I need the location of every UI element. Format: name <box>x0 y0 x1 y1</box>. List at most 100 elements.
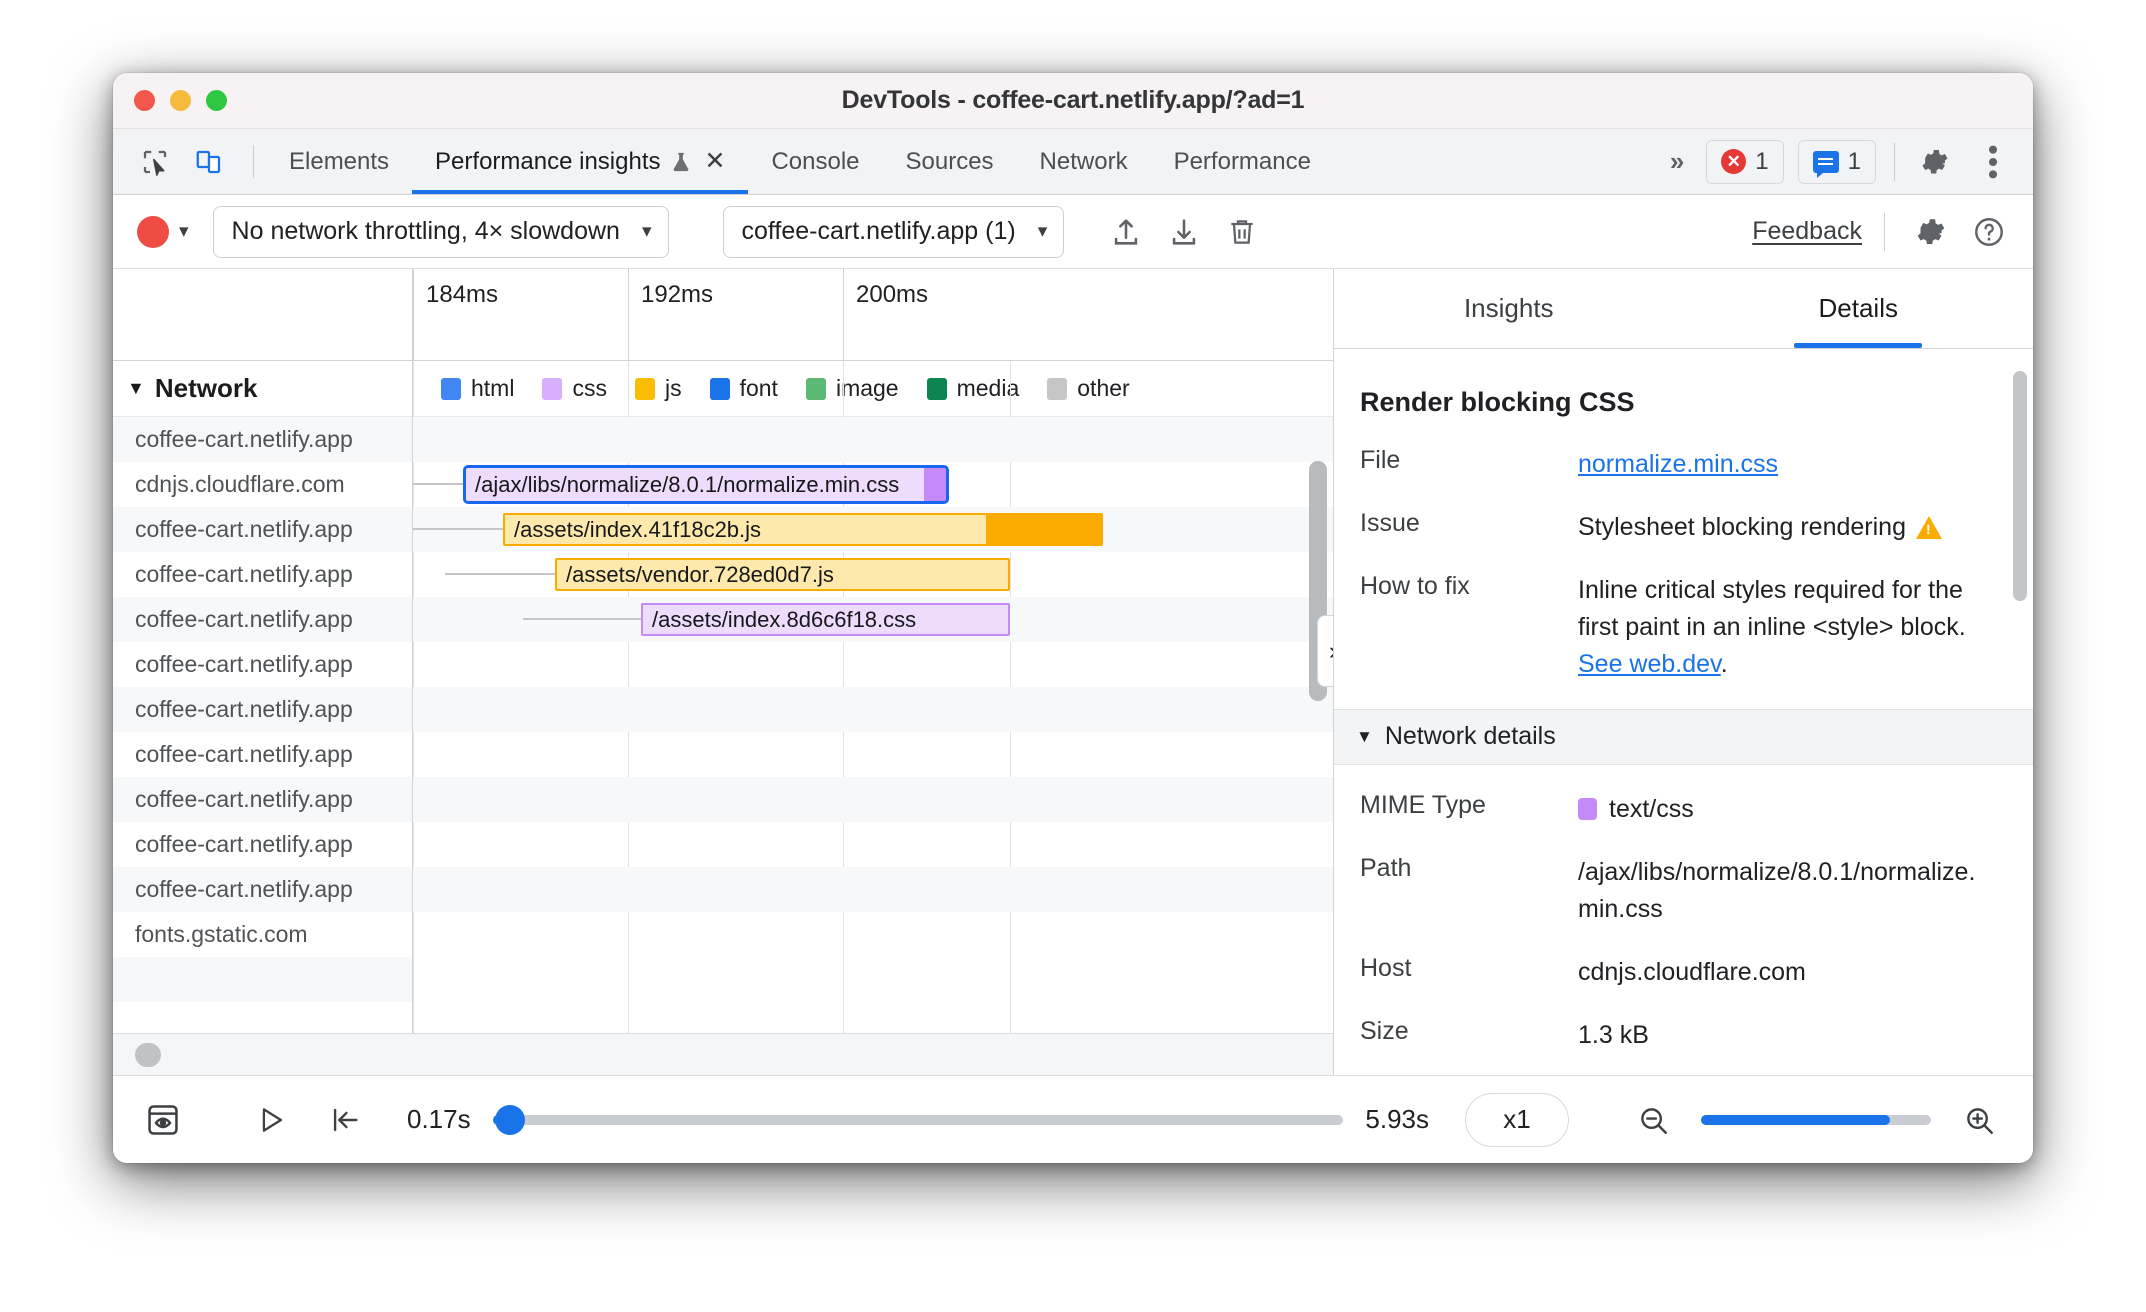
network-group-header[interactable]: ▼ Network <box>113 361 412 417</box>
device-toolbar-icon[interactable] <box>187 140 231 184</box>
table-row[interactable]: /assets/index.41f18c2b.js <box>413 507 1333 552</box>
request-connector <box>413 528 503 530</box>
jump-to-start-icon[interactable] <box>319 1094 371 1146</box>
list-item[interactable] <box>113 957 412 1002</box>
trash-icon[interactable] <box>1218 208 1266 256</box>
table-row[interactable] <box>413 912 1333 957</box>
web-dev-link[interactable]: See web.dev <box>1578 650 1721 678</box>
record-button[interactable] <box>137 215 169 248</box>
request-connector <box>523 618 641 620</box>
table-row[interactable]: /assets/vendor.728ed0d7.js <box>413 552 1333 597</box>
table-row[interactable]: /assets/index.8d6c6f18.css <box>413 597 1333 642</box>
detail-row-path: Path /ajax/libs/normalize/8.0.1/normaliz… <box>1334 854 2033 928</box>
tab-console[interactable]: Console <box>748 129 882 194</box>
table-row[interactable]: /ajax/libs/normalize/8.0.1/normalize.min… <box>413 462 1333 507</box>
details-vertical-scrollbar[interactable] <box>2013 370 2027 601</box>
maximize-button[interactable] <box>206 90 227 111</box>
throttling-select[interactable]: No network throttling, 4× slowdown ▾ <box>212 205 669 258</box>
error-count-badge[interactable]: ✕ 1 <box>1706 139 1784 184</box>
waterfall-bar[interactable]: /ajax/libs/normalize/8.0.1/normalize.min… <box>463 465 949 504</box>
play-icon[interactable] <box>245 1094 297 1146</box>
error-count-label: 1 <box>1755 147 1769 175</box>
tab-network[interactable]: Network <box>1017 129 1151 194</box>
detail-value: Inline critical styles required for the … <box>1578 572 1993 683</box>
list-item[interactable]: coffee-cart.netlify.app <box>113 642 412 687</box>
time-range-slider[interactable] <box>492 1104 1344 1135</box>
table-row[interactable] <box>413 417 1333 462</box>
request-host: coffee-cart.netlify.app <box>135 606 353 632</box>
waterfall-bar[interactable]: /assets/vendor.728ed0d7.js <box>555 558 1010 591</box>
inspect-element-icon[interactable] <box>133 140 177 184</box>
table-row[interactable] <box>413 777 1333 822</box>
waterfall-bar[interactable]: /assets/index.41f18c2b.js <box>503 513 1103 546</box>
more-tabs-icon[interactable]: » <box>1662 146 1692 177</box>
waterfall-bar[interactable]: /assets/index.8d6c6f18.css <box>641 603 1010 636</box>
tab-close-icon[interactable]: ✕ <box>704 149 725 174</box>
toolbar-divider <box>1884 212 1885 251</box>
zoom-in-icon[interactable] <box>1953 1094 2005 1146</box>
legend-label: css <box>572 375 607 401</box>
tab-performance[interactable]: Performance <box>1151 129 1334 194</box>
tab-label: Insights <box>1463 292 1554 323</box>
chevron-down-icon: ▾ <box>641 221 652 242</box>
slider-knob[interactable] <box>494 1104 525 1135</box>
zoom-slider[interactable] <box>1701 1114 1931 1125</box>
chevron-right-icon[interactable]: › <box>1317 615 1333 687</box>
list-item[interactable]: coffee-cart.netlify.app <box>113 867 412 912</box>
table-row[interactable] <box>413 867 1333 912</box>
filmstrip-icon[interactable] <box>137 1094 189 1146</box>
scrollbar-thumb[interactable] <box>135 1043 161 1067</box>
tabbar-tools <box>113 129 241 194</box>
list-item[interactable]: coffee-cart.netlify.app <box>113 732 412 777</box>
tab-insights[interactable]: Insights <box>1334 269 1684 348</box>
window-title: DevTools - coffee-cart.netlify.app/?ad=1 <box>841 86 1305 114</box>
help-icon[interactable] <box>1965 208 2013 256</box>
kebab-menu-icon[interactable] <box>1971 140 2015 184</box>
feedback-link[interactable]: Feedback <box>1752 217 1862 246</box>
table-row[interactable] <box>413 687 1333 732</box>
list-item[interactable]: coffee-cart.netlify.app <box>113 507 412 552</box>
list-item[interactable]: coffee-cart.netlify.app <box>113 417 412 462</box>
warning-icon <box>1915 515 1942 539</box>
table-row[interactable] <box>413 732 1333 777</box>
record-options-caret[interactable]: ▾ <box>179 220 189 243</box>
list-item[interactable]: coffee-cart.netlify.app <box>113 687 412 732</box>
error-icon: ✕ <box>1721 149 1747 174</box>
table-row[interactable] <box>413 642 1333 687</box>
waterfall-horizontal-scrollbar[interactable] <box>113 1033 1333 1075</box>
request-name-column: ▼ Network coffee-cart.netlify.app cdnjs.… <box>113 361 413 1033</box>
table-row[interactable] <box>413 822 1333 867</box>
detail-row-issue: Issue Stylesheet blocking rendering <box>1334 509 2033 546</box>
message-count-badge[interactable]: 1 <box>1797 139 1876 184</box>
download-icon[interactable] <box>1160 208 1208 256</box>
performance-toolbar: ▾ No network throttling, 4× slowdown ▾ c… <box>113 195 2033 269</box>
detail-key: Size <box>1360 1016 1409 1045</box>
minimize-button[interactable] <box>170 90 191 111</box>
gear-icon[interactable] <box>1913 140 1957 184</box>
page-select[interactable]: coffee-cart.netlify.app (1) ▾ <box>722 205 1065 258</box>
list-item[interactable]: coffee-cart.netlify.app <box>113 822 412 867</box>
list-item[interactable]: coffee-cart.netlify.app <box>113 777 412 822</box>
zoom-out-icon[interactable] <box>1627 1094 1679 1146</box>
slider-rail <box>492 1114 1344 1125</box>
gear-icon[interactable] <box>1907 208 1955 256</box>
detail-value: 1.3 kB <box>1578 1020 1649 1049</box>
file-link[interactable]: normalize.min.css <box>1578 450 1778 478</box>
request-host: coffee-cart.netlify.app <box>135 741 353 767</box>
request-host: coffee-cart.netlify.app <box>135 561 353 587</box>
tab-details[interactable]: Details <box>1684 269 2034 348</box>
list-item[interactable]: coffee-cart.netlify.app <box>113 597 412 642</box>
upload-icon[interactable] <box>1102 208 1150 256</box>
request-host: fonts.gstatic.com <box>135 921 308 947</box>
playback-speed-button[interactable]: x1 <box>1465 1092 1569 1147</box>
list-item[interactable]: fonts.gstatic.com <box>113 912 412 957</box>
tab-label: Network <box>1039 147 1128 175</box>
list-item[interactable]: cdnjs.cloudflare.com <box>113 462 412 507</box>
request-host: coffee-cart.netlify.app <box>135 786 353 812</box>
close-button[interactable] <box>134 90 155 111</box>
tab-elements[interactable]: Elements <box>266 129 412 194</box>
network-details-section-header[interactable]: ▼ Network details <box>1334 708 2033 765</box>
list-item[interactable]: coffee-cart.netlify.app <box>113 552 412 597</box>
tab-sources[interactable]: Sources <box>883 129 1017 194</box>
tab-performance-insights[interactable]: Performance insights ✕ <box>412 129 749 194</box>
